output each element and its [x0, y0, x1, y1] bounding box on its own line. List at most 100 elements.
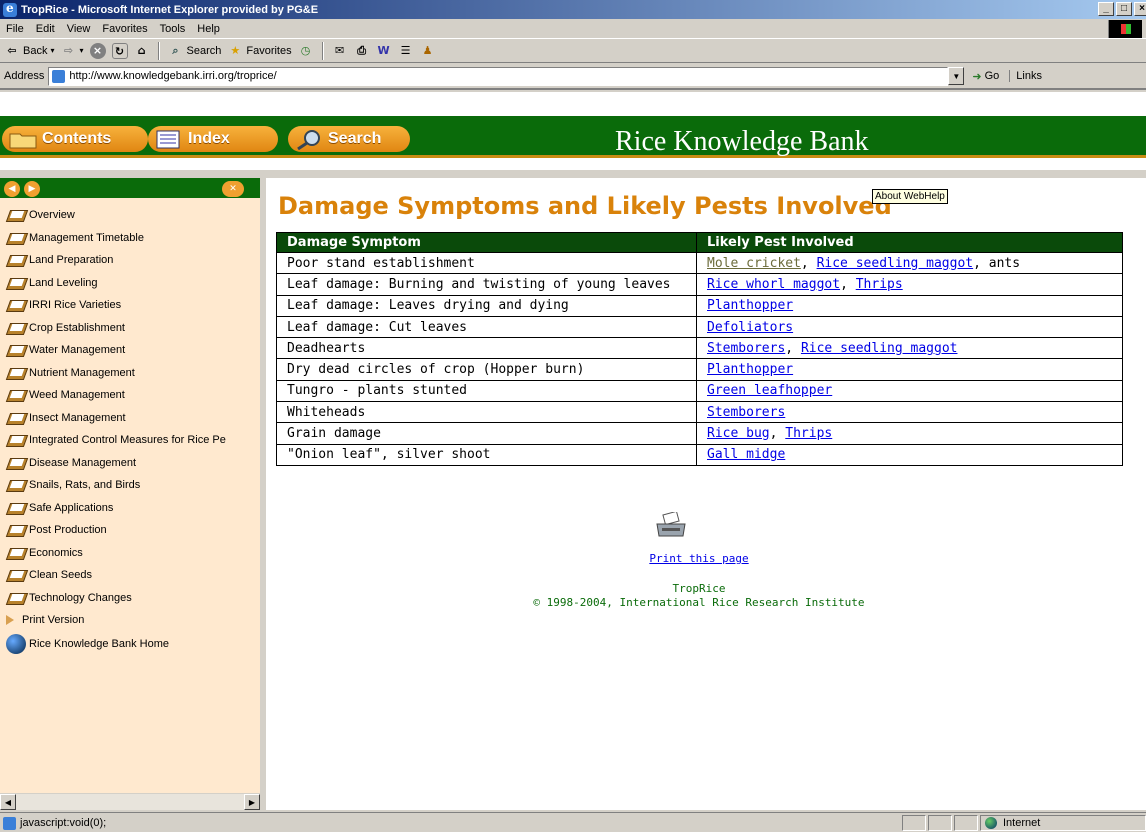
toc-item[interactable]: Land Leveling: [0, 272, 260, 295]
toc-item[interactable]: Crop Establishment: [0, 317, 260, 340]
pest-link[interactable]: Gall midge: [707, 447, 785, 462]
book-icon: [6, 568, 26, 582]
menu-help[interactable]: Help: [191, 23, 226, 35]
pest-link[interactable]: Thrips: [856, 277, 903, 292]
messenger-icon[interactable]: ♟: [420, 43, 436, 59]
toc-item[interactable]: Management Timetable: [0, 227, 260, 250]
toc-item[interactable]: Land Preparation: [0, 249, 260, 272]
address-label: Address: [4, 70, 45, 82]
refresh-icon[interactable]: ↻: [111, 42, 128, 59]
table-row: Dry dead circles of crop (Hopper burn) Pl…: [276, 358, 1123, 381]
stop-icon[interactable]: ×: [89, 42, 106, 59]
forward-button[interactable]: ⇨ ▾: [60, 43, 84, 59]
toc-item[interactable]: Nutrient Management: [0, 362, 260, 385]
dropdown-arrow-icon[interactable]: ▾: [50, 46, 54, 55]
symptom-cell: Tungro - plants stunted: [276, 379, 697, 403]
toc-item[interactable]: Disease Management: [0, 452, 260, 475]
previous-topic-icon[interactable]: ◀: [4, 181, 20, 197]
pest-link[interactable]: Rice seedling maggot: [817, 256, 974, 271]
toc-item-label: Insect Management: [29, 411, 126, 424]
links-button[interactable]: Links: [1009, 70, 1042, 82]
pest-link[interactable]: Rice bug: [707, 426, 770, 441]
pest-cell: Planthopper: [696, 358, 1123, 381]
toc-item[interactable]: Economics: [0, 542, 260, 565]
ie-logo-icon: [3, 1, 17, 17]
toc-horizontal-scrollbar[interactable]: ◀ ▶: [0, 793, 260, 810]
toc-item-label: Integrated Control Measures for Rice Pe: [29, 434, 226, 447]
search-tab[interactable]: Search: [288, 126, 410, 152]
back-button[interactable]: ⇦ Back ▾: [4, 43, 54, 59]
address-input[interactable]: http://www.knowledgebank.irri.org/tropri…: [48, 66, 949, 86]
home-icon[interactable]: ⌂: [134, 43, 150, 59]
minimize-button[interactable]: _: [1098, 2, 1114, 16]
contents-tab[interactable]: Contents: [2, 126, 148, 152]
pest-cell: Mole cricket, Rice seedling maggot, ants: [696, 251, 1123, 275]
menu-favorites[interactable]: Favorites: [96, 23, 153, 35]
scroll-right-icon[interactable]: ▶: [244, 794, 260, 810]
favorites-button[interactable]: ★ Favorites: [227, 43, 291, 59]
toc-item[interactable]: Safe Applications: [0, 497, 260, 520]
search-tab-label: Search: [328, 130, 382, 147]
table-header-row: Damage Symptom Likely Pest Involved: [276, 232, 1123, 253]
pest-link[interactable]: Thrips: [785, 426, 832, 441]
table-row: Leaf damage: Burning and twisting of you…: [276, 273, 1123, 296]
print-icon[interactable]: ⎙: [354, 43, 370, 59]
close-button[interactable]: ×: [1134, 2, 1146, 16]
pest-link[interactable]: Planthopper: [707, 362, 793, 377]
index-book-icon: [156, 130, 180, 149]
contents-label: Contents: [42, 130, 112, 147]
toc-nav-bar: ◀ ▶ ✕: [0, 178, 260, 198]
pest-link[interactable]: Planthopper: [707, 298, 793, 313]
menu-tools[interactable]: Tools: [154, 23, 192, 35]
close-pane-icon[interactable]: ✕: [222, 181, 244, 197]
mail-icon[interactable]: ✉: [332, 43, 348, 59]
toc-item[interactable]: Snails, Rats, and Birds: [0, 474, 260, 497]
go-button[interactable]: ➜ Go: [972, 70, 999, 83]
pest-link[interactable]: Stemborers: [707, 405, 785, 420]
window-controls: _ □ ×: [1098, 2, 1146, 16]
menu-view[interactable]: View: [61, 23, 97, 35]
scroll-left-icon[interactable]: ◀: [0, 794, 16, 810]
book-icon: [6, 546, 26, 560]
search-label: Search: [186, 44, 222, 57]
toc-item[interactable]: Insect Management: [0, 407, 260, 430]
maximize-button[interactable]: □: [1116, 2, 1132, 16]
toc-item[interactable]: IRRI Rice Varieties: [0, 294, 260, 317]
status-bar: javascript:void(0); Internet: [0, 812, 1146, 832]
menu-edit[interactable]: Edit: [30, 23, 61, 35]
next-topic-icon[interactable]: ▶: [24, 181, 40, 197]
index-tab[interactable]: Index: [148, 126, 278, 152]
toc-item[interactable]: Water Management: [0, 339, 260, 362]
toc-item[interactable]: Integrated Control Measures for Rice Pe: [0, 429, 260, 452]
pest-link[interactable]: Mole cricket: [707, 256, 801, 271]
dropdown-arrow-icon[interactable]: ▾: [79, 46, 83, 55]
pest-cell: Planthopper: [696, 294, 1123, 317]
discuss-icon[interactable]: ☰: [398, 43, 414, 59]
toc-item[interactable]: Post Production: [0, 519, 260, 542]
pest-link[interactable]: Rice seedling maggot: [801, 341, 958, 356]
book-icon: [6, 501, 26, 515]
pest-link[interactable]: Rice whorl maggot: [707, 277, 840, 292]
pest-link[interactable]: Defoliators: [707, 320, 793, 335]
toc-item[interactable]: Weed Management: [0, 384, 260, 407]
toc-item[interactable]: Overview: [0, 204, 260, 227]
toc-item-label: Technology Changes: [29, 591, 132, 604]
print-page-link[interactable]: Print this page: [266, 552, 1132, 565]
table-row: "Onion leaf", silver shoot Gall midge: [276, 443, 1123, 466]
edit-icon[interactable]: W: [376, 43, 392, 59]
toc-item-label: Disease Management: [29, 456, 137, 469]
menu-file[interactable]: File: [0, 23, 30, 35]
table-row: Leaf damage: Leaves drying and dying Plan…: [276, 294, 1123, 317]
address-dropdown-button[interactable]: ▼: [948, 67, 965, 85]
pest-link[interactable]: Stemborers: [707, 341, 785, 356]
printer-icon[interactable]: [654, 512, 688, 540]
search-button[interactable]: ⌕ Search: [168, 43, 222, 59]
toc-home-link[interactable]: Rice Knowledge Bank Home: [0, 632, 260, 656]
toc-item[interactable]: Clean Seeds: [0, 564, 260, 587]
toc-print-version[interactable]: Print Version: [0, 609, 260, 632]
footer-copyright: © 1998-2004, International Rice Research…: [533, 596, 865, 609]
book-icon: [6, 321, 26, 335]
history-icon[interactable]: ◷: [298, 43, 314, 59]
pest-link[interactable]: Green leafhopper: [707, 383, 832, 398]
toc-item[interactable]: Technology Changes: [0, 587, 260, 610]
